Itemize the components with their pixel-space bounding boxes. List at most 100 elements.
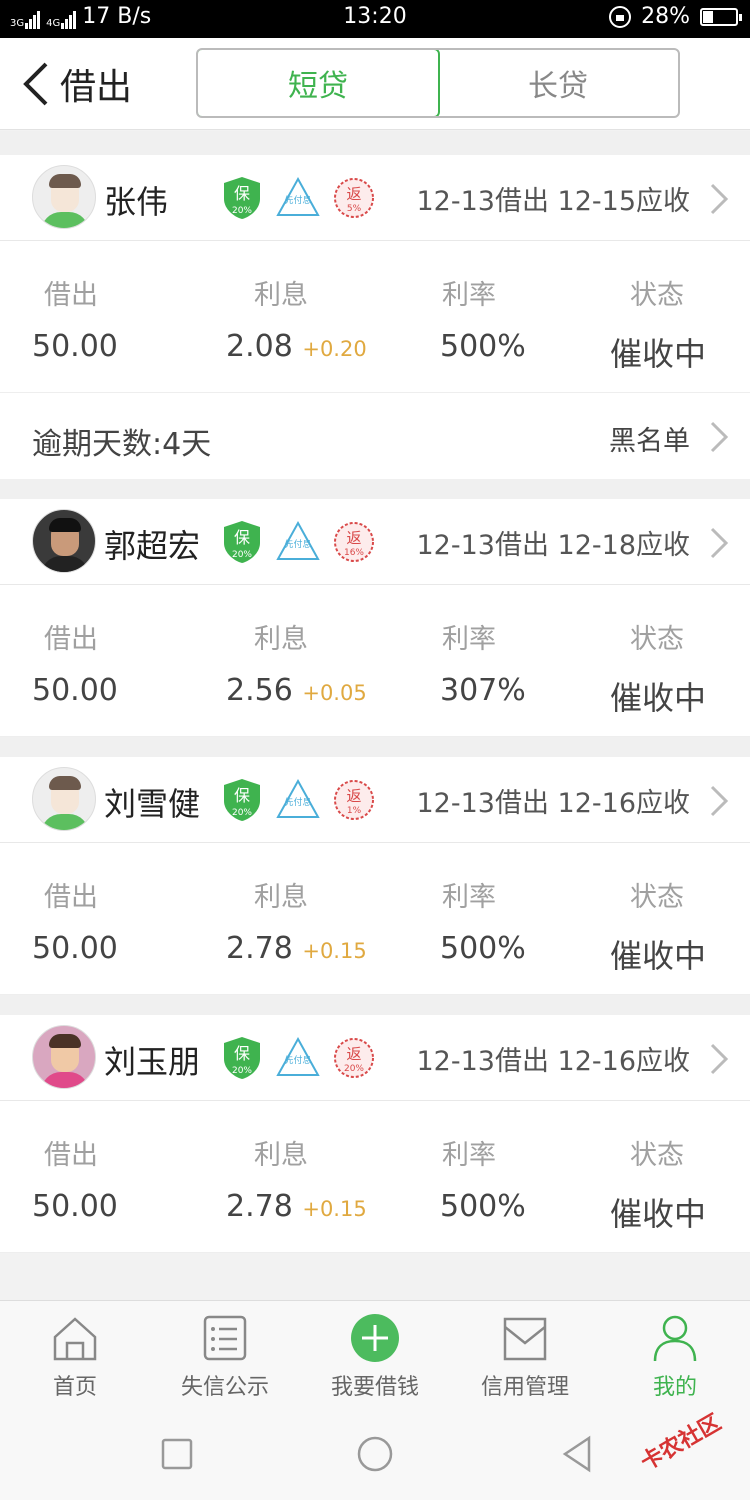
nav-dishonest-list[interactable]: 失信公示 (150, 1301, 300, 1408)
list-icon (199, 1313, 251, 1363)
loan-dates: 12-13借出 12-16应收 (416, 788, 691, 819)
divider (0, 479, 750, 499)
battery-percent: 28% (641, 4, 690, 29)
svg-text:先付息: 先付息 (284, 194, 311, 206)
lent-label: 借出 (44, 1140, 98, 1171)
chevron-right-icon[interactable] (708, 1041, 730, 1077)
nav-borrow-label: 我要借钱 (330, 1375, 419, 1400)
rebate-badge-icon: 返 5% (332, 175, 376, 221)
home-button-icon[interactable] (353, 1432, 397, 1476)
rebate-badge-icon: 返 16% (332, 519, 376, 565)
rebate-badge-icon: 返 1% (332, 777, 376, 823)
tab-long-loan[interactable]: 长贷 (438, 50, 678, 116)
status-label: 状态 (630, 882, 684, 913)
avatar (32, 509, 96, 573)
borrower-name: 郭超宏 (104, 527, 201, 565)
lent-label: 借出 (44, 624, 98, 655)
rebate-badge-icon: 返 20% (332, 1035, 376, 1081)
chevron-right-icon[interactable] (708, 419, 730, 455)
status-bar: 3G 4G 17 B/s 13:20 28% (0, 0, 750, 38)
guarantee-badge-icon: 保 20% (220, 777, 264, 823)
svg-text:20%: 20% (344, 1064, 364, 1074)
app-header: 借出 短贷 长贷 (0, 38, 750, 130)
svg-text:20%: 20% (232, 808, 252, 818)
inbox-icon (499, 1313, 551, 1363)
guarantee-badge-icon: 保 20% (220, 1035, 264, 1081)
interest-label: 利息 (254, 882, 308, 913)
bottom-nav: 首页 失信公示 我要借钱 信用管理 我的 (0, 1300, 750, 1408)
loan-dates: 12-13借出 12-18应收 (416, 530, 691, 561)
svg-text:5%: 5% (347, 204, 362, 214)
status-value: 催收中 (610, 1195, 707, 1233)
nav-home-label: 首页 (52, 1375, 97, 1400)
lent-value: 50.00 (32, 1189, 118, 1224)
svg-text:1%: 1% (347, 806, 362, 816)
avatar (32, 1025, 96, 1089)
blacklist-link[interactable]: 黑名单 (609, 419, 690, 458)
svg-text:20%: 20% (232, 206, 252, 216)
svg-text:先付息: 先付息 (284, 538, 311, 550)
loan-card: 刘玉朋 保 20% 先付息 返 20% 12-13借出 12-16应收 借出 利息 … (0, 1015, 750, 1253)
loan-card-header[interactable]: 刘雪健 保 20% 先付息 返 1% 12-13借出 12-16应收 (0, 757, 750, 843)
loan-card-header[interactable]: 刘玉朋 保 20% 先付息 返 20% 12-13借出 12-16应收 (0, 1015, 750, 1101)
nav-borrow[interactable]: 我要借钱 (300, 1301, 450, 1408)
home-icon (49, 1313, 101, 1363)
interest-label: 利息 (254, 1140, 308, 1171)
rate-value: 307% (440, 673, 526, 708)
back-icon[interactable] (18, 60, 58, 108)
loan-list: 张伟 保 20% 先付息 返 5% 12-13借出 12-15应收 借出 利息 利率… (0, 131, 750, 1253)
rate-label: 利率 (442, 624, 496, 655)
nav-home[interactable]: 首页 (0, 1301, 150, 1408)
rate-value: 500% (440, 329, 526, 364)
svg-text:20%: 20% (232, 1066, 252, 1076)
prepaid-interest-badge-icon: 先付息 (276, 777, 320, 823)
loan-card-header[interactable]: 郭超宏 保 20% 先付息 返 16% 12-13借出 12-18应收 (0, 499, 750, 585)
loan-stats: 借出 利息 利率 状态 50.00 2.78 +0.15 500% 催收中 (0, 843, 750, 995)
svg-text:保: 保 (234, 1044, 250, 1063)
nav-credit-management[interactable]: 信用管理 (450, 1301, 600, 1408)
loan-type-tabs: 短贷 长贷 (196, 48, 680, 118)
svg-text:16%: 16% (344, 548, 364, 558)
rate-label: 利率 (442, 1140, 496, 1171)
nav-mine[interactable]: 我的 (600, 1301, 750, 1408)
rate-label: 利率 (442, 882, 496, 913)
lent-value: 50.00 (32, 931, 118, 966)
rotation-lock-icon (609, 5, 632, 28)
tab-short-loan[interactable]: 短贷 (198, 50, 440, 116)
status-value: 催收中 (610, 937, 707, 975)
loan-card: 郭超宏 保 20% 先付息 返 16% 12-13借出 12-18应收 借出 利息 … (0, 499, 750, 737)
interest-label: 利息 (254, 280, 308, 311)
svg-text:返: 返 (346, 185, 361, 203)
rate-value: 500% (440, 1189, 526, 1224)
chevron-right-icon[interactable] (708, 525, 730, 561)
divider (0, 995, 750, 1015)
chevron-right-icon[interactable] (708, 783, 730, 819)
svg-text:保: 保 (234, 184, 250, 203)
svg-text:返: 返 (346, 1045, 361, 1063)
loan-card: 刘雪健 保 20% 先付息 返 1% 12-13借出 12-16应收 借出 利息 利… (0, 757, 750, 995)
nav-dishonest-label: 失信公示 (180, 1375, 269, 1400)
divider (0, 737, 750, 757)
interest-extra: +0.15 (302, 939, 367, 963)
prepaid-interest-badge-icon: 先付息 (276, 175, 320, 221)
chevron-right-icon[interactable] (708, 181, 730, 217)
loan-card-header[interactable]: 张伟 保 20% 先付息 返 5% 12-13借出 12-15应收 (0, 155, 750, 241)
svg-text:先付息: 先付息 (284, 1054, 311, 1066)
status-value: 催收中 (610, 679, 707, 717)
svg-text:保: 保 (234, 528, 250, 547)
loan-dates: 12-13借出 12-15应收 (416, 186, 691, 217)
svg-text:保: 保 (234, 786, 250, 805)
svg-text:返: 返 (346, 787, 361, 805)
nav-credit-label: 信用管理 (480, 1375, 569, 1400)
status-value: 催收中 (610, 335, 707, 373)
overdue-row[interactable]: 逾期天数:4天 黑名单 (0, 393, 750, 479)
guarantee-badge-icon: 保 20% (220, 175, 264, 221)
recent-apps-icon[interactable] (155, 1432, 199, 1476)
battery-icon (700, 7, 742, 26)
lent-label: 借出 (44, 882, 98, 913)
borrower-name: 刘雪健 (104, 785, 201, 823)
guarantee-badge-icon: 保 20% (220, 519, 264, 565)
loan-card: 张伟 保 20% 先付息 返 5% 12-13借出 12-15应收 借出 利息 利率… (0, 155, 750, 479)
avatar (32, 767, 96, 831)
back-button-icon[interactable] (555, 1432, 599, 1476)
